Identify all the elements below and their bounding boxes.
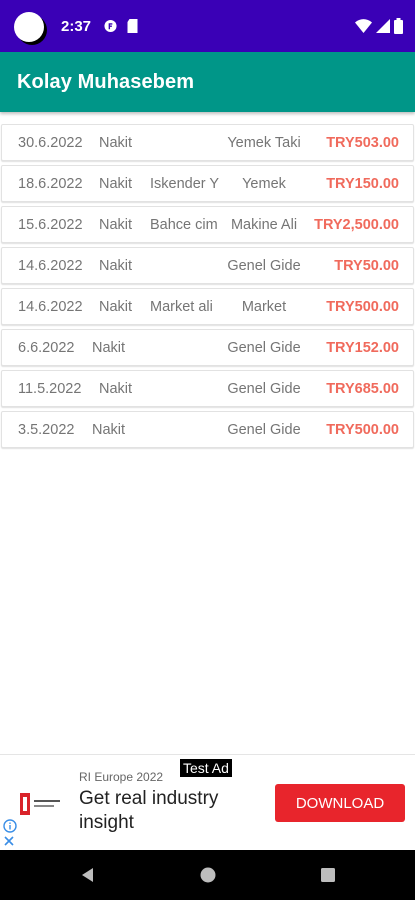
transaction-list: 30.6.2022 Nakit Yemek Taki TRY503.00 18.6.20… xyxy=(0,124,415,452)
transaction-date: 30.6.2022 xyxy=(18,135,83,151)
transaction-date: 11.5.2022 xyxy=(18,381,82,397)
transaction-row[interactable]: 14.6.2022 Nakit Market ali Market TRY500.00 xyxy=(1,288,414,325)
transaction-date: 3.5.2022 xyxy=(18,422,75,438)
navigation-bar xyxy=(0,850,415,900)
transaction-type: Nakit xyxy=(92,340,126,356)
app-title: Kolay Muhasebem xyxy=(17,71,195,93)
transaction-type: Nakit xyxy=(99,299,133,315)
ad-sponsor: RI Europe 2022 xyxy=(79,770,164,784)
transaction-category: Market xyxy=(241,299,287,315)
back-icon[interactable] xyxy=(79,866,97,884)
transaction-row[interactable]: 6.6.2022 Nakit Genel Gide TRY152.00 xyxy=(1,329,414,366)
transaction-amount: TRY152.00 xyxy=(326,340,399,356)
transaction-type: Nakit xyxy=(99,176,133,192)
battery-icon xyxy=(394,18,403,34)
transaction-row[interactable]: 30.6.2022 Nakit Yemek Taki TRY503.00 xyxy=(1,124,414,161)
status-icons xyxy=(355,17,403,35)
transaction-row[interactable]: 18.6.2022 Nakit Iskender Y Yemek TRY150.00 xyxy=(1,165,414,202)
signal-icon xyxy=(376,19,390,33)
ad-download-button[interactable]: DOWNLOAD xyxy=(275,784,405,822)
sd-card-icon xyxy=(127,19,138,33)
transaction-row[interactable]: 3.5.2022 Nakit Genel Gide TRY500.00 xyxy=(1,411,414,448)
transaction-date: 15.6.2022 xyxy=(18,217,83,233)
transaction-type: Nakit xyxy=(99,381,133,397)
transaction-amount: TRY50.00 xyxy=(334,258,399,274)
transaction-date: 18.6.2022 xyxy=(18,176,83,192)
transaction-amount: TRY500.00 xyxy=(326,422,399,438)
transaction-row[interactable]: 15.6.2022 Nakit Bahce cim Makine Ali TRY2,50… xyxy=(1,206,414,243)
transaction-description: Bahce cim xyxy=(150,217,218,233)
transaction-category: Genel Gide xyxy=(227,258,301,274)
transaction-description: Iskender Y xyxy=(150,176,220,192)
transaction-type: Nakit xyxy=(99,217,133,233)
transaction-category: Genel Gide xyxy=(227,381,301,397)
transaction-date: 14.6.2022 xyxy=(18,299,83,315)
test-ad-badge: Test Ad xyxy=(179,758,233,778)
transaction-amount: TRY503.00 xyxy=(326,135,399,151)
recents-icon[interactable] xyxy=(319,866,337,884)
circle-f-icon xyxy=(104,19,117,33)
transaction-category: Yemek xyxy=(242,176,286,192)
transaction-amount: TRY500.00 xyxy=(326,299,399,315)
transaction-category: Genel Gide xyxy=(227,422,301,438)
transaction-amount: TRY2,500.00 xyxy=(314,217,399,233)
transaction-category: Yemek Taki xyxy=(227,135,301,151)
transaction-row[interactable]: 14.6.2022 Nakit Genel Gide TRY50.00 xyxy=(1,247,414,284)
transaction-amount: TRY685.00 xyxy=(326,381,399,397)
ad-banner[interactable]: Test Ad RI Europe 2022 Get real industry… xyxy=(0,754,415,850)
ad-close-icon[interactable] xyxy=(3,835,15,847)
transaction-category: Genel Gide xyxy=(227,340,301,356)
transaction-type: Nakit xyxy=(99,258,133,274)
app-bar: Kolay Muhasebem xyxy=(0,52,415,112)
transaction-date: 6.6.2022 xyxy=(18,340,75,356)
ad-headline: Get real industry insight xyxy=(79,788,219,833)
transaction-date: 14.6.2022 xyxy=(18,258,83,274)
transaction-type: Nakit xyxy=(92,422,126,438)
transaction-row[interactable]: 11.5.2022 Nakit Genel Gide TRY685.00 xyxy=(1,370,414,407)
transaction-type: Nakit xyxy=(99,135,133,151)
avatar xyxy=(14,12,44,42)
transaction-category: Makine Ali xyxy=(230,217,298,233)
ad-info-icon[interactable] xyxy=(3,819,17,833)
transaction-description: Market ali xyxy=(150,299,213,315)
sponsor-logo xyxy=(20,793,60,815)
wifi-icon xyxy=(355,19,372,33)
status-time: 2:37 xyxy=(61,18,92,35)
status-bar: 2:37 xyxy=(0,0,415,52)
transaction-amount: TRY150.00 xyxy=(326,176,399,192)
home-icon[interactable] xyxy=(199,866,217,884)
